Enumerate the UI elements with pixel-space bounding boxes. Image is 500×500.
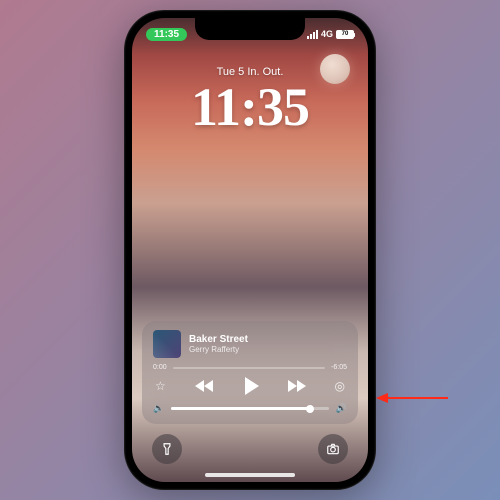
time-elapsed: 0:00 (153, 364, 167, 371)
volume-thumb[interactable] (306, 405, 314, 413)
volume-low-icon: 🔈 (153, 403, 164, 414)
flashlight-button[interactable] (152, 434, 182, 464)
track-row: Baker Street Gerry Rafferty (153, 330, 347, 358)
track-artist: Gerry Rafferty (189, 345, 347, 354)
forward-button[interactable] (288, 380, 306, 392)
flashlight-icon (160, 442, 174, 456)
scrubber[interactable] (173, 367, 325, 369)
phone-frame: 11:35 4G 70 Tue 5 In. Out. 11:35 Baker S… (124, 10, 376, 490)
camera-icon (326, 442, 340, 456)
track-info: Baker Street Gerry Rafferty (189, 334, 347, 355)
bottom-controls (132, 434, 368, 464)
play-button[interactable] (245, 377, 259, 395)
signal-icon (307, 30, 318, 39)
now-playing-widget[interactable]: Baker Street Gerry Rafferty 0:00 -6:05 ☆… (142, 321, 358, 424)
annotation-arrow (376, 393, 448, 403)
time-remaining: -6:05 (331, 364, 347, 371)
track-title: Baker Street (189, 334, 347, 346)
rewind-button[interactable] (195, 380, 213, 392)
status-time-pill[interactable]: 11:35 (146, 28, 187, 41)
volume-slider[interactable] (171, 407, 329, 410)
airplay-icon[interactable]: ◎ (335, 379, 345, 393)
controls-row: ☆ ◎ (153, 377, 347, 395)
lock-screen[interactable]: 11:35 4G 70 Tue 5 In. Out. 11:35 Baker S… (132, 18, 368, 482)
album-art[interactable] (153, 330, 181, 358)
volume-fill (171, 407, 310, 410)
progress-row: 0:00 -6:05 (153, 364, 347, 371)
clock-area: Tue 5 In. Out. 11:35 (132, 66, 368, 134)
home-indicator[interactable] (205, 473, 295, 477)
star-icon[interactable]: ☆ (155, 379, 166, 393)
volume-row: 🔈 🔊 (153, 403, 347, 414)
battery-icon: 70 (336, 30, 354, 39)
network-label: 4G (321, 29, 333, 39)
lock-time: 11:35 (132, 80, 368, 134)
camera-button[interactable] (318, 434, 348, 464)
status-right: 4G 70 (307, 29, 354, 39)
notch (195, 18, 305, 40)
volume-high-icon: 🔊 (336, 403, 347, 414)
